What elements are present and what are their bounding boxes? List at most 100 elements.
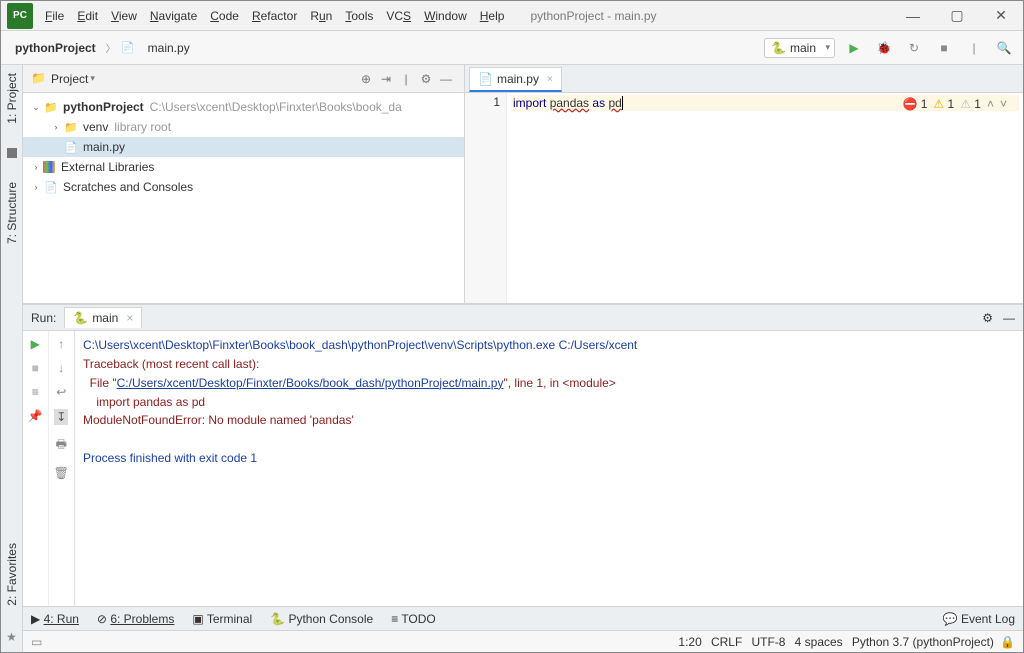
unresolved-module: pandas — [550, 96, 589, 110]
maximize-button[interactable]: ▢ — [935, 1, 979, 31]
menu-refactor[interactable]: Refactor — [246, 5, 303, 27]
warning-badge[interactable]: ⚠ 1 — [933, 97, 954, 111]
run-toolbar: ▶ ■ ≡ 📌 ↑ ↓ ↩ ↧ 🖶 🗑 — [23, 331, 75, 606]
locate-icon[interactable]: ⊕ — [356, 72, 376, 86]
tree-ext-libraries[interactable]: › External Libraries — [23, 157, 464, 177]
menu-tools[interactable]: Tools — [339, 5, 379, 27]
minimize-button[interactable]: — — [891, 1, 935, 31]
run-title: Run: — [31, 311, 56, 325]
down-arrow-icon[interactable]: ↓ — [58, 361, 64, 375]
menu-run[interactable]: Run — [304, 5, 338, 27]
gear-icon[interactable]: ⚙ — [416, 72, 436, 86]
up-arrow-icon[interactable]: ↑ — [58, 337, 64, 351]
bookmark-icon — [7, 148, 17, 158]
breadcrumb-file[interactable]: main.py — [142, 38, 196, 58]
editor-body[interactable]: 1 import pandas as pd ⛔ 1 ⚠ 1 ⚠ 1 ˄ ˅ — [465, 93, 1023, 303]
tool-tab-problems[interactable]: ⊘ 6: Problems — [97, 612, 174, 626]
tool-tab-python-console[interactable]: 🐍 Python Console — [270, 612, 373, 626]
menu-edit[interactable]: Edit — [71, 5, 104, 27]
rerun-button[interactable]: ▶ — [31, 337, 40, 351]
soft-wrap-icon[interactable]: ↩ — [56, 385, 66, 399]
interpreter[interactable]: Python 3.7 (pythonProject) — [852, 635, 994, 649]
python-file-icon: 📄 — [63, 139, 79, 155]
console-traceback: Traceback (most recent call last): — [83, 357, 259, 371]
run-tool-window: Run: 🐍 main × ⚙ — ▶ ■ ≡ 📌 — [23, 304, 1023, 606]
python-icon: 🐍 — [73, 311, 88, 325]
tool-tab-favorites[interactable]: 2: Favorites — [3, 539, 21, 610]
prev-highlight-icon[interactable]: ˄ — [987, 97, 994, 111]
run-tab-main[interactable]: 🐍 main × — [64, 307, 142, 328]
line-ending[interactable]: CRLF — [711, 635, 742, 649]
run-config-name: main — [790, 41, 816, 55]
debug-button[interactable]: 🐞 — [873, 37, 895, 59]
tool-tab-run[interactable]: ▶ 4: Run — [31, 612, 79, 626]
caret-right-icon[interactable]: › — [49, 122, 63, 132]
inspection-widget[interactable]: ⛔ 1 ⚠ 1 ⚠ 1 ˄ ˅ — [902, 97, 1007, 111]
print-icon[interactable]: 🖶 — [56, 435, 67, 456]
expand-all-icon[interactable]: ⇥ — [376, 72, 396, 86]
stop-button[interactable]: ■ — [32, 361, 39, 375]
tool-tab-structure[interactable]: 7: Structure — [3, 178, 21, 248]
venv-label: venv — [83, 120, 108, 134]
editor-tab-mainpy[interactable]: 📄 main.py × — [469, 67, 562, 92]
coverage-button[interactable]: ↻ — [903, 37, 925, 59]
close-run-tab-icon[interactable]: × — [126, 311, 133, 325]
tree-root[interactable]: ⌄ 📁 pythonProject C:\Users\xcent\Desktop… — [23, 97, 464, 117]
menu-window[interactable]: Window — [418, 5, 473, 27]
hide-button[interactable]: — — [1003, 311, 1015, 325]
main-area: 1: Project 7: Structure 2: Favorites ★ 📁… — [1, 65, 1023, 652]
encoding[interactable]: UTF-8 — [751, 635, 785, 649]
hide-button[interactable]: — — [436, 72, 456, 86]
caret-position[interactable]: 1:20 — [678, 635, 701, 649]
search-everywhere-button[interactable]: 🔍 — [993, 37, 1015, 59]
run-config-dropdown[interactable]: 🐍 main — [764, 38, 835, 58]
stop-button[interactable]: ■ — [933, 37, 955, 59]
caret-right-icon[interactable]: › — [29, 182, 43, 192]
caret-right-icon[interactable]: › — [29, 162, 43, 172]
left-tool-tab-strip: 1: Project 7: Structure 2: Favorites ★ — [1, 65, 23, 652]
tool-tab-project[interactable]: 1: Project — [3, 69, 21, 128]
tree-scratches[interactable]: › 📄 Scratches and Consoles — [23, 177, 464, 197]
project-view-title[interactable]: Project — [51, 72, 88, 86]
tool-tab-terminal[interactable]: ▣ Terminal — [192, 612, 252, 626]
project-view-dropdown-icon[interactable]: ▾ — [90, 73, 95, 84]
tool-tab-todo[interactable]: ≡ TODO — [391, 612, 436, 626]
menu-code[interactable]: Code — [204, 5, 245, 27]
console-output[interactable]: C:\Users\xcent\Desktop\Finxter\Books\boo… — [75, 331, 1023, 606]
next-highlight-icon[interactable]: ˅ — [1000, 97, 1007, 111]
menu-file[interactable]: File — [39, 5, 70, 27]
run-button[interactable]: ▶ — [843, 37, 865, 59]
status-bar: ▭ 1:20 CRLF UTF-8 4 spaces Python 3.7 (p… — [23, 630, 1023, 652]
collapse-all-icon[interactable]: | — [396, 72, 416, 86]
tree-mainpy[interactable]: 📄 main.py — [23, 137, 464, 157]
tree-venv[interactable]: › 📁 venv library root — [23, 117, 464, 137]
pin-icon[interactable]: 📌 — [28, 409, 43, 423]
code-area[interactable]: import pandas as pd — [507, 93, 1023, 303]
project-tree[interactable]: ⌄ 📁 pythonProject C:\Users\xcent\Desktop… — [23, 93, 464, 303]
layout-icon[interactable]: ≡ — [32, 385, 39, 399]
console-cmd: C:\Users\xcent\Desktop\Finxter\Books\boo… — [83, 338, 637, 352]
chevron-right-icon: 〉 — [106, 40, 116, 55]
scroll-to-end-icon[interactable]: ↧ — [54, 409, 68, 425]
gear-icon[interactable]: ⚙ — [982, 311, 993, 325]
title-bar: PC File Edit View Navigate Code Refactor… — [1, 1, 1023, 31]
caret-down-icon[interactable]: ⌄ — [29, 102, 43, 113]
error-badge[interactable]: ⛔ 1 — [902, 97, 927, 111]
console-error-line: ModuleNotFoundError: No module named 'pa… — [83, 413, 354, 427]
close-tab-icon[interactable]: × — [547, 74, 553, 85]
close-button[interactable]: ✕ — [979, 1, 1023, 31]
weak-warning-badge[interactable]: ⚠ 1 — [960, 97, 981, 111]
event-log-button[interactable]: 💬 Event Log — [943, 612, 1015, 626]
trash-icon[interactable]: 🗑 — [54, 466, 69, 480]
navigation-bar: pythonProject 〉 📄 main.py 🐍 main ▶ 🐞 ↻ ■… — [1, 31, 1023, 65]
status-icon[interactable]: ▭ — [31, 635, 42, 649]
indent[interactable]: 4 spaces — [795, 635, 843, 649]
menu-navigate[interactable]: Navigate — [144, 5, 203, 27]
menu-vcs[interactable]: VCS — [380, 5, 417, 27]
breadcrumb-project[interactable]: pythonProject — [9, 38, 102, 58]
menu-view[interactable]: View — [105, 5, 143, 27]
menu-help[interactable]: Help — [474, 5, 511, 27]
console-file-link[interactable]: C:/Users/xcent/Desktop/Finxter/Books/boo… — [117, 376, 504, 390]
toolbar-divider: | — [963, 37, 985, 59]
lock-icon[interactable]: 🔒 — [1000, 635, 1015, 649]
